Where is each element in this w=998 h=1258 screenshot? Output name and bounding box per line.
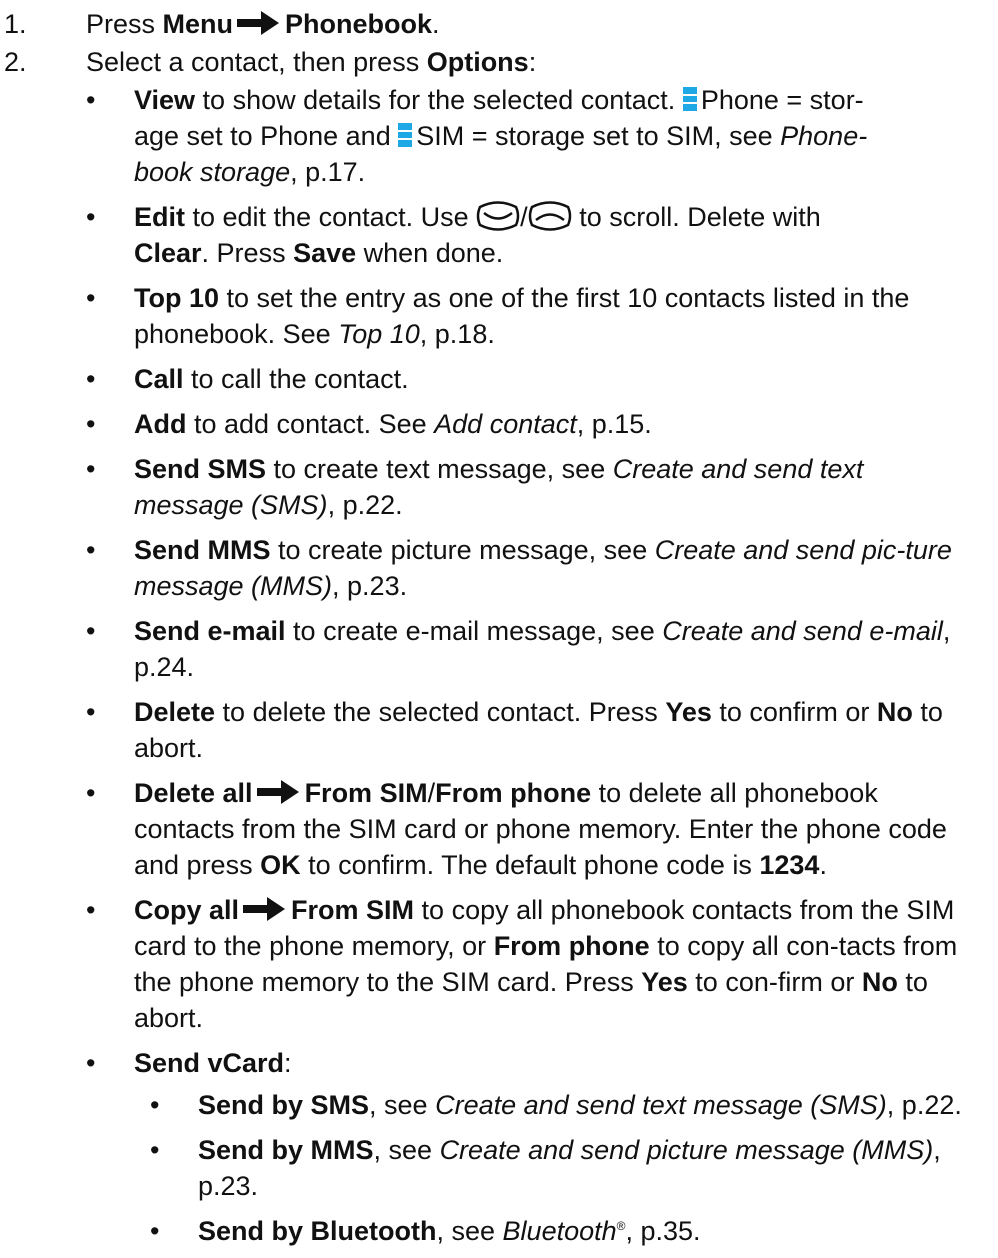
phonebook-label: Phonebook <box>285 9 433 39</box>
list-item-send-vcard: Send vCard: Send by SMS, see Create and … <box>0 1045 998 1249</box>
list-item-send-email: Send e-mail to create e-mail message, se… <box>0 613 998 685</box>
list-item-send-sms: Send SMS to create text message, see Cre… <box>0 451 998 523</box>
list-item-top10: Top 10 to set the entry as one of the fi… <box>0 280 998 352</box>
step-text: Press Menu Phonebook. <box>86 9 440 39</box>
step-number: 2. <box>4 47 27 77</box>
list-item-send-by-mms: Send by MMS, see Create and send picture… <box>134 1132 976 1204</box>
list-item-view: View to show details for the selected co… <box>0 82 998 190</box>
right-arrow-icon <box>243 897 286 921</box>
menu-label: Menu <box>162 9 234 39</box>
list-item-add: Add to add contact. See Add contact, p.1… <box>0 406 998 442</box>
list-item-copy-all: Copy allFrom SIM to copy all phonebook c… <box>0 892 998 1036</box>
right-arrow-icon <box>256 780 299 804</box>
manual-page: 1. Press Menu Phonebook. 2. Select a cont… <box>0 0 998 1249</box>
options-list: View to show details for the selected co… <box>0 82 998 1258</box>
list-item-send-by-sms: Send by SMS, see Create and send text me… <box>134 1087 976 1123</box>
vcard-sub-list: Send by SMS, see Create and send text me… <box>134 1087 976 1249</box>
right-arrow-icon <box>237 11 280 35</box>
storage-bar-icon <box>398 123 413 147</box>
list-item-call: Call to call the contact. <box>0 361 998 397</box>
step-number: 1. <box>4 9 27 39</box>
storage-bar-icon <box>682 87 697 111</box>
list-item-delete-all: Delete allFrom SIM/From phone to delete … <box>0 775 998 883</box>
scroll-up-key-icon <box>528 201 571 231</box>
step-text: Select a contact, then press Options: <box>86 47 537 77</box>
scroll-down-key-icon <box>476 201 520 231</box>
list-item-edit: Edit to edit the contact. Use / to scrol… <box>0 199 998 271</box>
list-item-delete: Delete to delete the selected contact. P… <box>0 694 998 766</box>
list-item-send-mms: Send MMS to create picture message, see … <box>0 532 998 604</box>
options-label: Options <box>426 47 529 77</box>
list-item-send-by-bluetooth: Send by Bluetooth, see Bluetooth®, p.35. <box>134 1213 976 1249</box>
